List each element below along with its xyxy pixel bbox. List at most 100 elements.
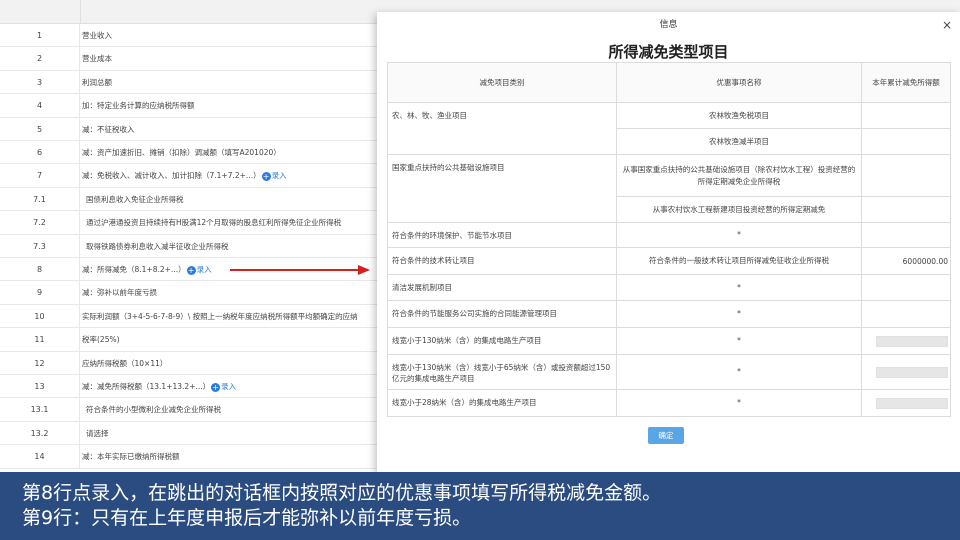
row-number: 3: [0, 70, 80, 94]
row-label-text: 通过沪港通投资且持续持有H股满12个月取得的股息红利所得免征企业所得税: [86, 218, 342, 228]
row-number: 7.3: [0, 234, 80, 257]
row-label: 营业成本: [80, 47, 380, 69]
row-label: 加：特定业务计算的应纳税所得额: [80, 94, 380, 116]
amount-cell[interactable]: [861, 196, 951, 223]
amount-cell[interactable]: [861, 389, 951, 417]
amount-cell[interactable]: [861, 128, 951, 155]
row-label: 减：减免所得税额（13.1+13.2+...） + 录入: [80, 375, 380, 397]
item-cell: *: [616, 222, 862, 248]
category-cell: 线宽小于130纳米（含）线宽小于65纳米（含）或投资额超过150亿元的集成电路生…: [387, 354, 617, 390]
table-row: 7 减：免税收入、减计收入、加计扣除（7.1+7.2+...） + 录入: [0, 164, 380, 188]
confirm-button[interactable]: 确定: [648, 427, 684, 444]
table-row: 3 利润总额: [0, 70, 380, 95]
row-number: 7.1: [0, 187, 80, 211]
table-row: 13 减：减免所得税额（13.1+13.2+...） + 录入: [0, 375, 380, 399]
item-cell: 符合条件的一般技术转让项目所得减免征收企业所得税: [616, 247, 862, 275]
table-row: 11 税率(25%): [0, 328, 380, 352]
table-row: 4 加：特定业务计算的应纳税所得额: [0, 94, 380, 118]
item-cell: *: [616, 274, 862, 301]
row-label-text: 减：所得减免（8.1+8.2+...）: [82, 265, 186, 274]
row-label: 应纳所得税额（10×11）: [80, 352, 380, 374]
row-label-text: 减：不征税收入: [82, 124, 135, 134]
category-cell: 清洁发展机制项目: [387, 274, 617, 301]
caption-line-1: 第8行点录入，在跳出的对话框内按照对应的优惠事项填写所得税减免金额。: [22, 482, 662, 504]
table-row: 线宽小于130纳米（含）的集成电路生产项目 *: [387, 327, 951, 355]
category-cell: 符合条件的技术转让项目: [387, 247, 617, 275]
row-label-text: 减：免税收入、减计收入、加计扣除（7.1+7.2+...）: [82, 171, 261, 181]
table-row: 7.3 取得铁路债券利息收入减半征收企业所得税: [0, 234, 380, 258]
row-label-text: 国债利息收入免征企业所得税: [86, 194, 184, 204]
category-cell: 国家重点扶持的公共基础设施项目: [387, 154, 617, 223]
item-cell: 从事国家重点扶持的公共基础设施项目（除农村饮水工程）投资经营的所得定期减免企业所…: [616, 154, 862, 197]
column-header: 减免项目类别: [387, 62, 617, 103]
red-arrow-icon: [230, 265, 370, 275]
close-icon[interactable]: ×: [940, 18, 954, 32]
row-label: 取得铁路债券利息收入减半征收企业所得税: [80, 235, 380, 257]
amount-input-disabled: [876, 366, 948, 378]
row-label: 国债利息收入免征企业所得税: [80, 188, 380, 210]
table-row: 5 减：不征税收入: [0, 117, 380, 141]
amount-input[interactable]: 6000000.00: [861, 247, 951, 275]
category-cell: 农、林、牧、渔业项目: [387, 102, 617, 155]
row-number: 14: [0, 445, 80, 468]
caption-bar: 第8行点录入，在跳出的对话框内按照对应的优惠事项填写所得税减免金额。 第9行：只…: [0, 472, 960, 540]
row-label: 利润总额: [80, 71, 380, 93]
plus-icon[interactable]: +: [211, 382, 221, 392]
table-row: 9 减：弥补以前年度亏损: [0, 281, 380, 305]
row-number: 10: [0, 304, 80, 328]
row-label-text: 营业收入: [82, 31, 112, 40]
row-label: 税率(25%): [80, 328, 380, 350]
row-label: 减：资产加速折旧、摊销（扣除）调减额（填写A201020）: [80, 141, 380, 163]
record-link[interactable]: 录入: [272, 171, 287, 180]
table-row: 国家重点扶持的公共基础设施项目 从事国家重点扶持的公共基础设施项目（除农村饮水工…: [387, 154, 951, 223]
amount-cell[interactable]: [861, 274, 951, 301]
row-number: 5: [0, 117, 80, 140]
row-label: 实际利润额（3+4-5-6-7-8-9）\ 按照上一纳税年度应纳税所得额平均额确…: [80, 305, 380, 327]
row-label-text: 减：弥补以前年度亏损: [82, 288, 157, 298]
plus-icon[interactable]: +: [186, 265, 196, 275]
record-link[interactable]: 录入: [197, 265, 212, 274]
row-number: 12: [0, 351, 80, 374]
row-label: 营业收入: [80, 24, 380, 46]
plus-icon[interactable]: +: [261, 171, 271, 181]
row-label: 减：本年实际已缴纳所得税额: [80, 445, 380, 467]
table-row: 1 营业收入: [0, 24, 380, 48]
item-cell: *: [616, 354, 862, 390]
row-label-text: 减：减免所得税额（13.1+13.2+...）: [82, 382, 211, 391]
item-cell: *: [616, 300, 862, 328]
row-number: 6: [0, 141, 80, 164]
column-header: 优惠事项名称: [616, 62, 862, 103]
table-row: 6 减：资产加速折旧、摊销（扣除）调减额（填写A201020）: [0, 141, 380, 165]
amount-cell[interactable]: [861, 222, 951, 248]
amount-cell[interactable]: [861, 300, 951, 328]
category-cell: 符合条件的环境保护、节能节水项目: [387, 222, 617, 248]
row-number: 7: [0, 164, 80, 187]
row-number: 1: [0, 24, 80, 47]
amount-cell[interactable]: [861, 154, 951, 197]
amount-cell[interactable]: [861, 327, 951, 355]
table-row: 符合条件的技术转让项目 符合条件的一般技术转让项目所得减免征收企业所得税 600…: [387, 247, 951, 275]
dialog-heading: 所得减免类型项目: [608, 43, 729, 61]
row-number: 9: [0, 281, 80, 304]
record-link[interactable]: 录入: [221, 382, 236, 391]
dialog-title: 信息: [659, 20, 678, 30]
row-label-text: 请选择: [86, 428, 109, 438]
row-number: 8: [0, 258, 80, 281]
row-label: 符合条件的小型微利企业减免企业所得税: [80, 398, 380, 420]
table-row: 13.2 请选择: [0, 421, 380, 446]
amount-input-disabled: [876, 335, 948, 347]
row-label-text: 减：资产加速折旧、摊销（扣除）调减额（填写A201020）: [82, 148, 281, 157]
row-number: 13: [0, 375, 80, 398]
table-row: 14 减：本年实际已缴纳所得税额: [0, 445, 380, 469]
row-number: 2: [0, 47, 80, 70]
table-row: 10 实际利润额（3+4-5-6-7-8-9）\ 按照上一纳税年度应纳税所得额平均…: [0, 304, 380, 329]
amount-cell[interactable]: [861, 354, 951, 390]
table-row: 符合条件的节能服务公司实施的合同能源管理项目 *: [387, 300, 951, 328]
row-label-text: 减：本年实际已缴纳所得税额: [82, 452, 180, 462]
amount-cell[interactable]: [861, 102, 951, 129]
row-label-text: 符合条件的小型微利企业减免企业所得税: [86, 405, 221, 415]
item-cell: 农林牧渔免税项目: [616, 102, 862, 129]
item-cell: *: [616, 389, 862, 417]
item-cell: 农林牧渔减半项目: [616, 128, 862, 155]
row-number: 13.2: [0, 421, 80, 445]
